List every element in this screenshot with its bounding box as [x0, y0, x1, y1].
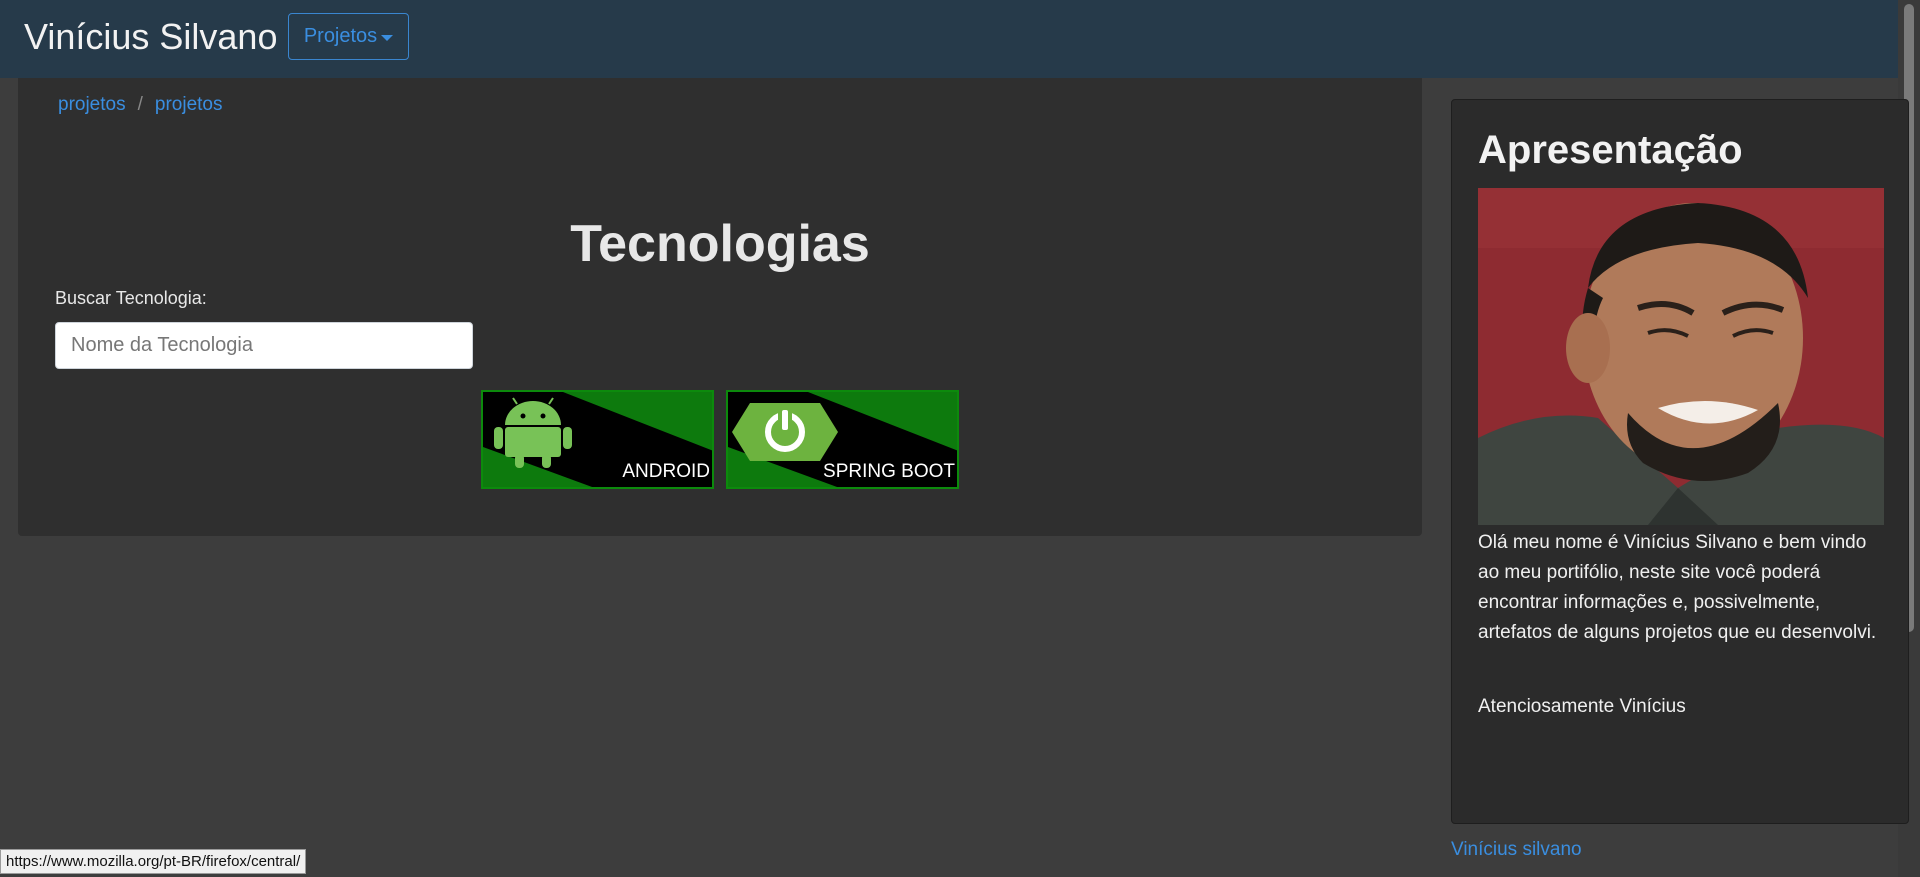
caret-down-icon: [381, 34, 394, 41]
presentation-panel: Apresentação Olá meu nome é Vinícius Sil…: [1451, 99, 1909, 824]
breadcrumb: projetos / projetos: [58, 94, 223, 116]
main-panel: projetos / projetos Tecnologias Buscar T…: [18, 78, 1422, 536]
search-label: Buscar Tecnologia:: [55, 288, 207, 308]
tech-label-android: ANDROID: [622, 461, 710, 482]
presentation-signature: Atenciosamente Vinícius: [1478, 696, 1686, 717]
footer-author-link[interactable]: Vinícius silvano: [1451, 839, 1582, 861]
profile-photo: [1478, 188, 1884, 525]
brand-title[interactable]: Vinícius Silvano: [24, 16, 277, 58]
breadcrumb-separator: /: [137, 94, 143, 115]
tech-card-android[interactable]: ANDROID: [481, 390, 714, 489]
projects-dropdown-label: Projetos: [303, 25, 378, 47]
page-title: Tecnologias: [570, 215, 870, 273]
presentation-text: Olá meu nome é Vinícius Silvano e bem vi…: [1478, 532, 1877, 643]
search-input[interactable]: [55, 322, 473, 369]
browser-status-bar: https://www.mozilla.org/pt-BR/firefox/ce…: [0, 849, 307, 874]
presentation-title: Apresentação: [1478, 128, 1743, 172]
breadcrumb-item-projetos-2[interactable]: projetos: [155, 94, 223, 116]
tech-label-spring-boot: SPRING BOOT: [823, 461, 955, 482]
breadcrumb-item-projetos-1[interactable]: projetos: [58, 94, 126, 116]
projects-dropdown-button[interactable]: Projetos: [288, 13, 409, 60]
navbar: Vinícius Silvano Projetos: [0, 0, 1898, 78]
tech-card-spring-boot[interactable]: SPRING BOOT: [726, 390, 959, 489]
